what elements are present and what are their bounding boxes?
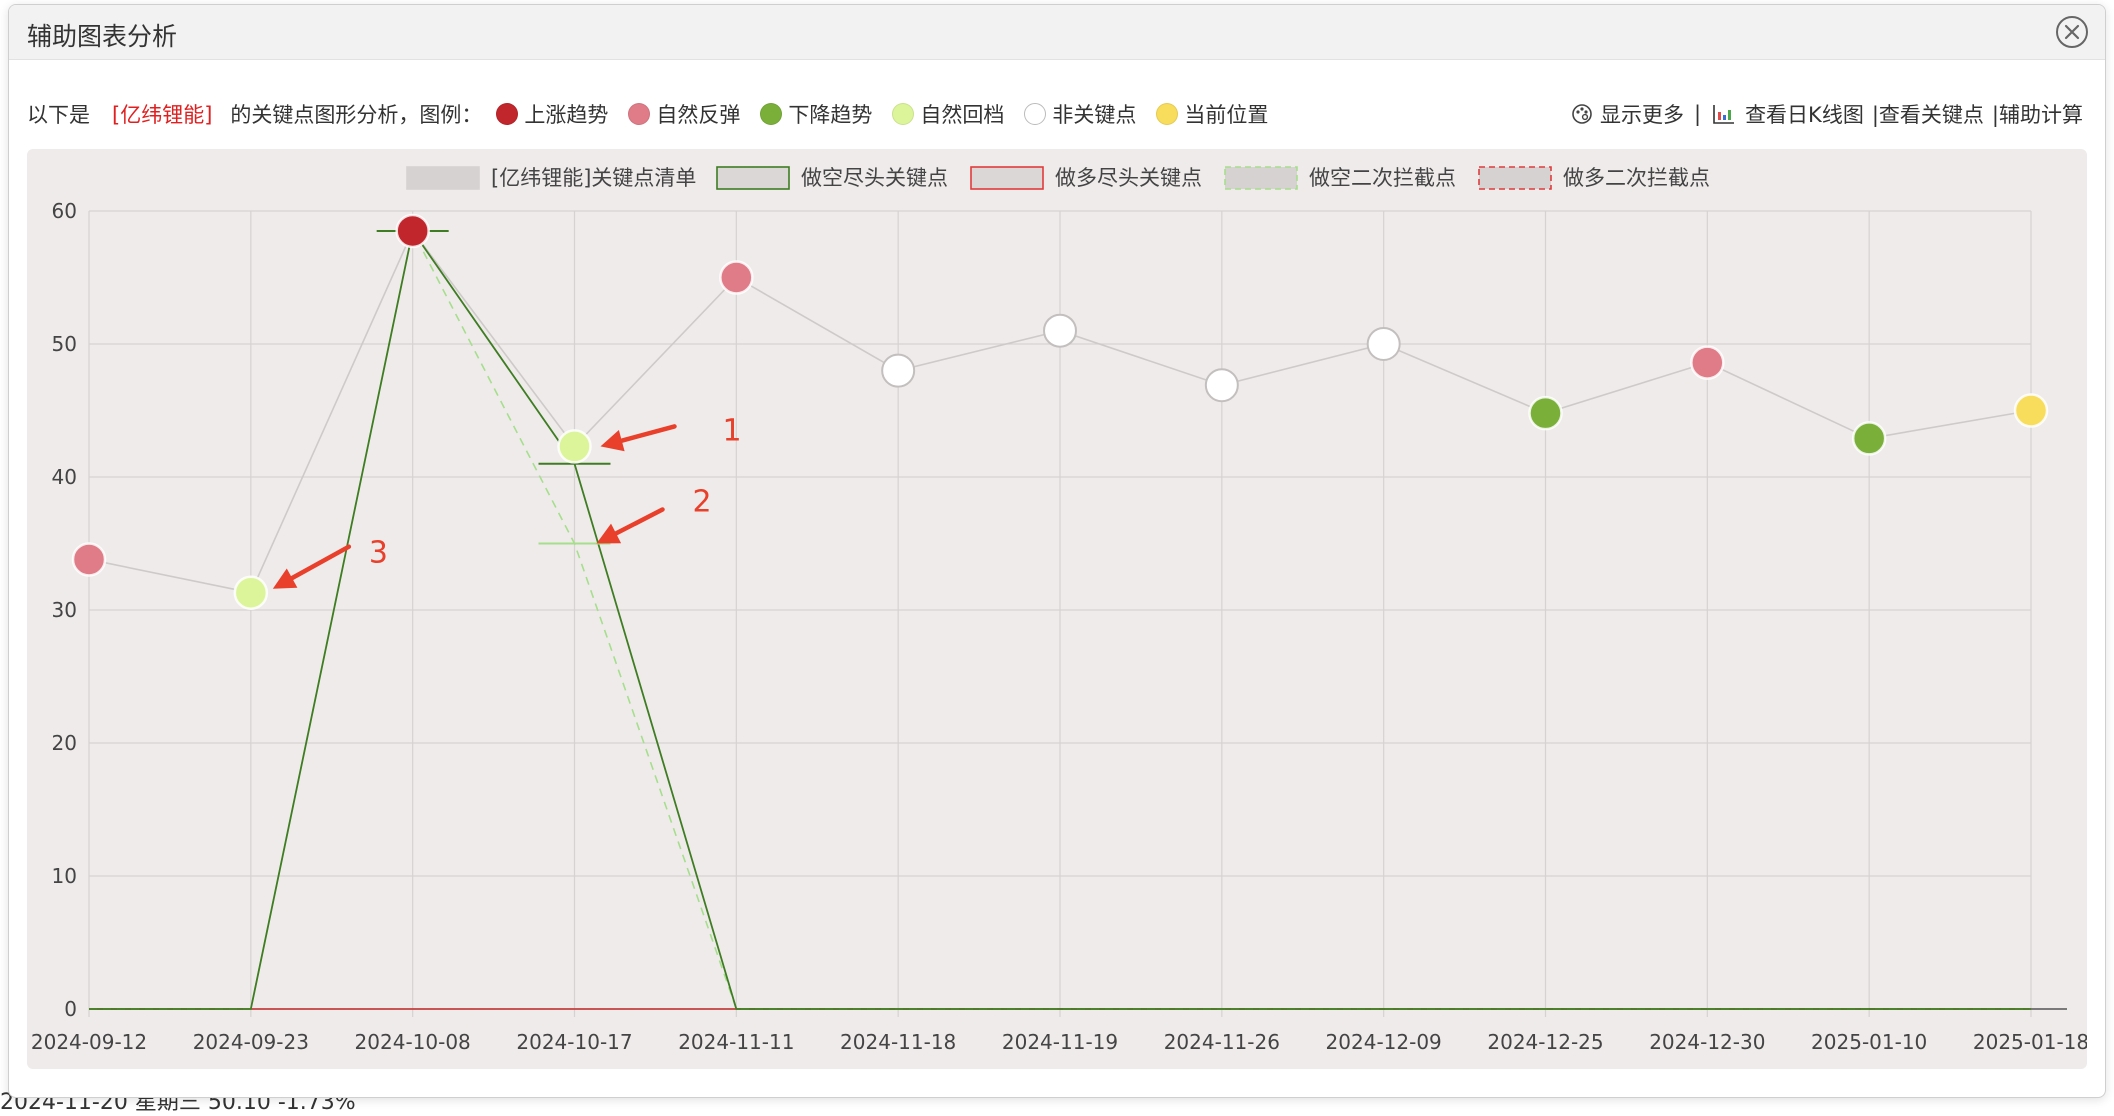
legend-label: 上涨趋势 (524, 103, 609, 127)
x-tick-label: 2024-11-11 (678, 1030, 794, 1054)
keypoint-marker (1851, 421, 1887, 456)
keypoint-marker (1043, 313, 1077, 348)
legend-label: 做空尽头关键点 (801, 166, 948, 190)
keypoint-marker (1528, 395, 1563, 431)
intro-prefix: 以下是 (27, 103, 90, 127)
legend-label: 下降趋势 (788, 103, 873, 127)
x-tick-label: 2024-10-08 (355, 1030, 471, 1054)
legend-label: 做多二次拦截点 (1563, 166, 1710, 190)
x-tick-label: 2024-11-19 (1002, 1030, 1118, 1054)
keypoint-chart: 0 10 20 30 40 50 60 2024-09-12 2024-09-23 2024-10… (31, 166, 2089, 1054)
show-more-link[interactable]: 显示更多 (1600, 99, 1684, 129)
y-tick-label: 40 (52, 465, 77, 489)
legend-item: 当前位置 (1156, 99, 1268, 129)
annotation-label: 2 (693, 485, 712, 520)
x-tick-label: 2025-01-18 (1973, 1030, 2087, 1054)
legend-label: 当前位置 (1184, 103, 1269, 127)
y-tick-label: 0 (64, 997, 77, 1021)
legend-dot-icon (760, 103, 783, 125)
dialog-title: 辅助图表分析 (27, 22, 178, 51)
aux-chart-dialog: 辅助图表分析 以下是 [亿纬锂能] 的关键点图形分析，图例： 上涨趋势 自然反弹 下… (8, 4, 2106, 1098)
keypoint-marker (395, 213, 430, 249)
keypoint-marker (233, 575, 269, 610)
legend-item: 自然回档 (892, 99, 1004, 129)
close-circle-icon[interactable] (2055, 15, 2089, 49)
keypoint-marker (71, 542, 107, 577)
legend-label: 自然回档 (920, 103, 1005, 127)
keypoint-marker (881, 353, 916, 388)
x-tick-label: 2024-09-23 (193, 1030, 309, 1054)
x-tick-label: 2024-11-18 (840, 1030, 956, 1054)
y-tick-label: 50 (52, 332, 77, 356)
legend-dot-icon (628, 103, 651, 125)
legend-dot-icon (1156, 103, 1179, 125)
stock-name: [亿纬锂能] (112, 103, 213, 127)
intro-suffix: 的关键点图形分析，图例： (230, 103, 483, 127)
view-keypoints-link[interactable]: |查看关键点 (1872, 99, 1984, 129)
x-tick-label: 2024-12-30 (1649, 1030, 1765, 1054)
legend-swatch (1224, 166, 1298, 190)
legend-swatch (970, 166, 1044, 190)
legend-swatch (406, 166, 480, 190)
legend-dot-icon (1024, 103, 1047, 125)
x-tick-label: 2024-10-17 (516, 1030, 632, 1054)
keypoint-marker (1690, 345, 1725, 380)
annotation-label: 1 (723, 413, 742, 448)
palette-icon[interactable] (1570, 102, 1594, 126)
legend-item: 自然反弹 (628, 99, 740, 129)
keypoint-marker (2013, 393, 2049, 428)
y-tick-label: 30 (52, 598, 77, 622)
y-tick-label: 20 (52, 731, 77, 755)
dialog-titlebar: 辅助图表分析 (9, 5, 2105, 60)
legend-label: 自然反弹 (656, 103, 741, 127)
y-tick-label: 60 (52, 199, 77, 223)
x-tick-label: 2024-09-12 (31, 1030, 147, 1054)
separator: | (1693, 102, 1702, 126)
bar-chart-icon[interactable] (1711, 102, 1737, 126)
legend-label: [亿纬锂能]关键点清单 (491, 166, 696, 190)
legend-item: 上涨趋势 (496, 99, 608, 129)
keypoint-marker (1366, 327, 1401, 361)
legend-toolbar: 以下是 [亿纬锂能] 的关键点图形分析，图例： 上涨趋势 自然反弹 下降趋势 自然回档… (27, 99, 2083, 135)
legend-dot-icon (496, 103, 519, 125)
legend-dot-icon (892, 103, 915, 125)
x-tick-label: 2025-01-10 (1811, 1030, 1927, 1054)
keypoint-marker (719, 260, 754, 295)
aux-calc-link[interactable]: |辅助计算 (1992, 99, 2083, 129)
legend-label: 做多尽头关键点 (1055, 166, 1202, 190)
chart-panel: 0 10 20 30 40 50 60 2024-09-12 2024-09-23 2024-10… (27, 149, 2089, 1069)
x-tick-label: 2024-12-25 (1487, 1030, 1603, 1054)
legend-item: 下降趋势 (760, 99, 872, 129)
legend-swatch (716, 166, 790, 190)
keypoint-marker (1204, 368, 1239, 403)
keypoint-marker (557, 429, 592, 464)
legend-swatch (1478, 166, 1552, 190)
legend-label: 做空二次拦截点 (1309, 166, 1456, 190)
x-tick-label: 2024-11-26 (1164, 1030, 1280, 1054)
legend-item: 非关键点 (1024, 99, 1136, 129)
legend-label: 非关键点 (1052, 103, 1137, 127)
annotation-label: 3 (369, 536, 388, 571)
x-tick-label: 2024-12-09 (1326, 1030, 1442, 1054)
y-tick-label: 10 (52, 864, 77, 888)
annotation-arrowhead (600, 430, 625, 452)
view-kline-link[interactable]: 查看日K线图 (1745, 99, 1864, 129)
